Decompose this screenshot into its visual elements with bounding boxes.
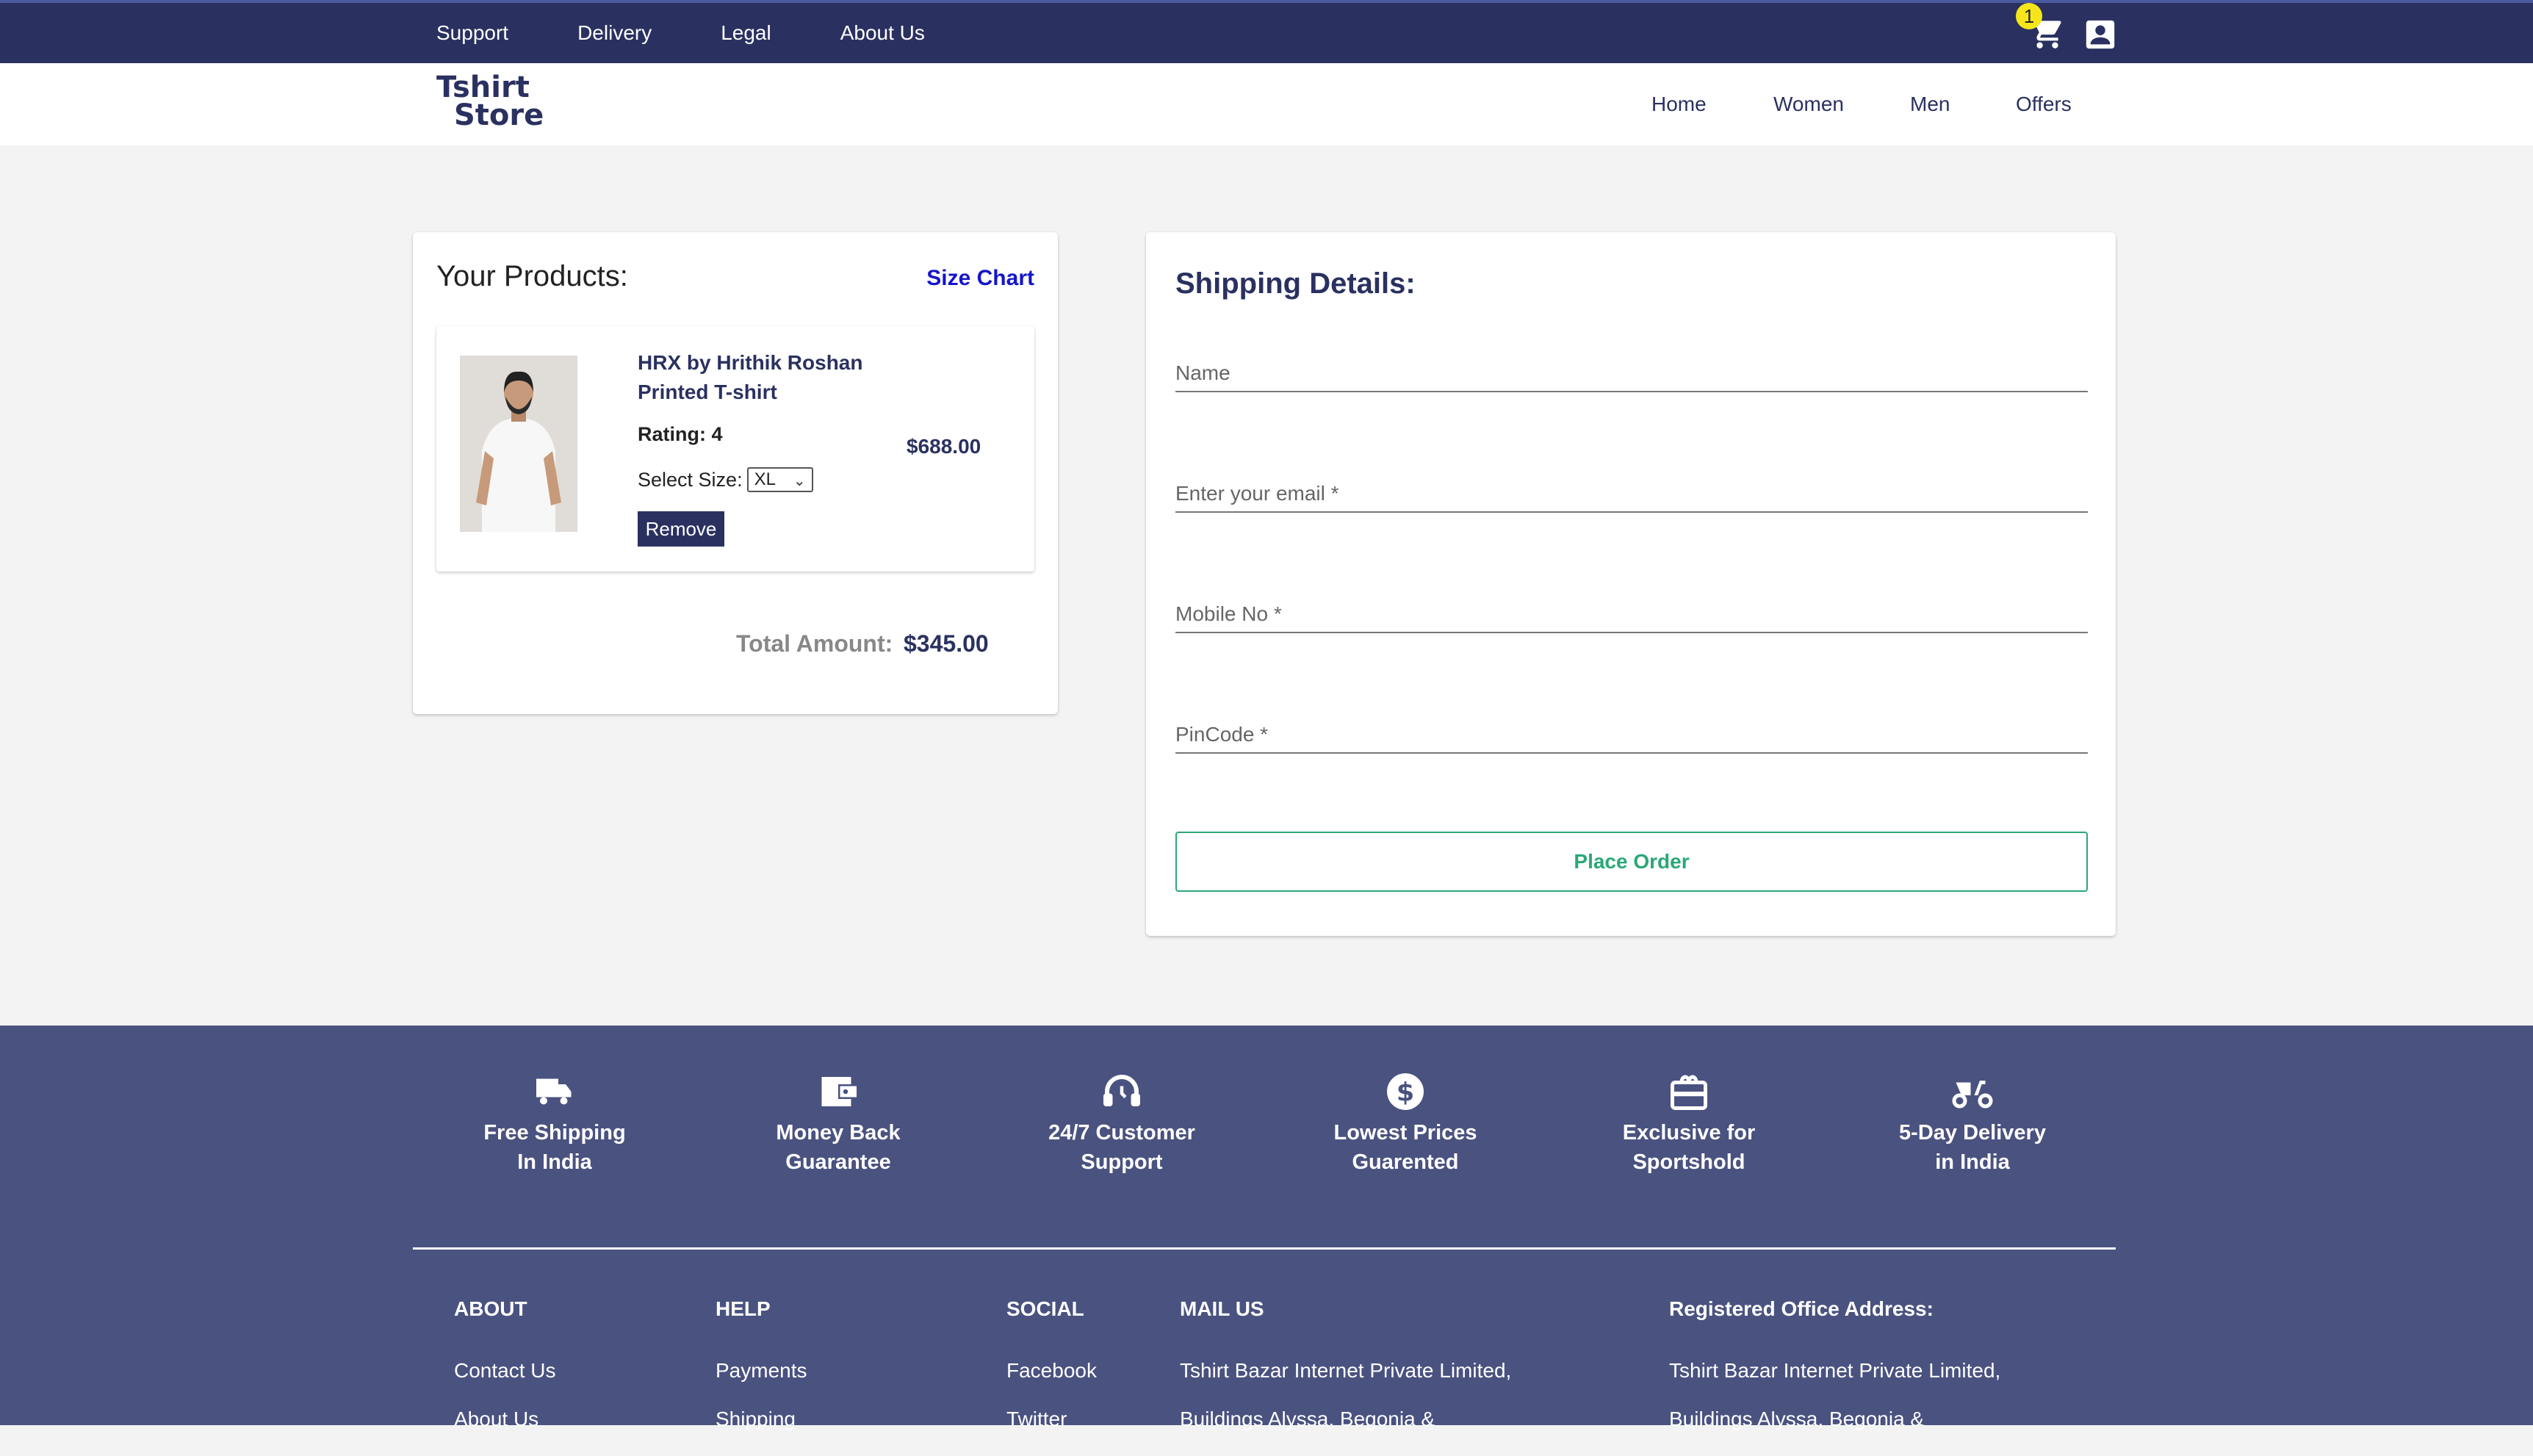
headset-icon: [1103, 1075, 1140, 1106]
scooter-icon: [1952, 1081, 1993, 1109]
place-order-button[interactable]: Place Order: [1175, 832, 2088, 892]
products-card: Your Products: Size Chart HRX by Hrithik…: [413, 232, 1058, 714]
feature-line-1: Exclusive for: [1622, 1121, 1756, 1145]
email-placeholder: Enter your email *: [1175, 482, 1339, 505]
footer-col-help: HELP Payments Shipping: [716, 1297, 807, 1456]
footer-text: Buildings Alyssa, Begonia &: [1669, 1408, 1925, 1430]
footer-text: Tshirt Bazar Internet Private Limited,: [1669, 1359, 2001, 1382]
products-title: Your Products:: [436, 260, 628, 292]
footer-link-twitter[interactable]: Twitter: [1006, 1408, 1097, 1431]
feature-exclusive: Exclusive for Sportshold: [1579, 1070, 1799, 1177]
main-navbar: Tshirt Store Home Women Men Offers: [0, 63, 2533, 145]
top-bar: Support Delivery Legal About Us: [0, 0, 2533, 63]
card-icon: [1671, 1075, 1707, 1110]
feature-line-1: Free Shipping: [483, 1121, 626, 1145]
footer-link-facebook[interactable]: Facebook: [1006, 1359, 1097, 1383]
nav-home[interactable]: Home: [1651, 93, 1707, 116]
footer-col-office: Registered Office Address: Tshirt Bazar …: [1669, 1297, 2000, 1456]
footer: Free Shipping In India Money Back Guaran…: [0, 1026, 2533, 1430]
name-field[interactable]: Name: [1175, 339, 2088, 392]
shipping-title: Shipping Details:: [1175, 267, 1416, 300]
top-link-about-us[interactable]: About Us: [840, 21, 925, 45]
feature-line-2: In India: [517, 1150, 592, 1174]
top-link-delivery[interactable]: Delivery: [577, 21, 652, 45]
pincode-field[interactable]: PinCode *: [1175, 701, 2088, 754]
feature-money-back: Money Back Guarantee: [728, 1070, 948, 1177]
footer-col-social: SOCIAL Facebook Twitter: [1006, 1297, 1097, 1456]
size-chart-link[interactable]: Size Chart: [926, 266, 1034, 291]
account-icon[interactable]: [2083, 18, 2117, 51]
product-image[interactable]: [460, 356, 577, 532]
mobile-field[interactable]: Mobile No *: [1175, 580, 2088, 633]
footer-col-mail: MAIL US Tshirt Bazar Internet Private Li…: [1180, 1297, 1511, 1456]
name-placeholder: Name: [1175, 361, 1231, 384]
feature-line-2: Guarantee: [785, 1150, 891, 1174]
feature-line-2: Guarented: [1352, 1150, 1459, 1174]
email-field[interactable]: Enter your email *: [1175, 460, 2088, 513]
size-label: Select Size:: [638, 468, 743, 491]
size-row: Select Size: XL ⌄: [638, 467, 813, 492]
svg-text:$: $: [1397, 1078, 1414, 1108]
size-select[interactable]: XL ⌄: [746, 467, 813, 492]
top-links: Support Delivery Legal About Us: [436, 3, 994, 63]
product-name[interactable]: HRX by Hrithik Roshan Printed T-shirt: [638, 348, 887, 407]
feature-line-1: 24/7 Customer: [1048, 1121, 1195, 1145]
logo-line-2: Store: [454, 98, 544, 132]
store-logo[interactable]: Tshirt Store: [436, 73, 547, 135]
footer-col-about: ABOUT Contact Us About Us: [454, 1297, 556, 1456]
size-select-value: XL: [754, 469, 776, 489]
product-price: $688.00: [907, 435, 981, 458]
feature-free-shipping: Free Shipping In India: [444, 1070, 665, 1177]
top-link-legal[interactable]: Legal: [721, 21, 771, 45]
footer-text: Tshirt Bazar Internet Private Limited,: [1180, 1359, 1512, 1382]
dollar-icon: $: [1387, 1073, 1424, 1110]
chevron-down-icon: ⌄: [793, 473, 806, 489]
feature-support: 24/7 Customer Support: [1012, 1070, 1232, 1177]
nav-offers[interactable]: Offers: [2016, 93, 2072, 116]
nav-men[interactable]: Men: [1910, 93, 1950, 116]
top-link-support[interactable]: Support: [436, 21, 508, 45]
cart-item: HRX by Hrithik Roshan Printed T-shirt Ra…: [436, 326, 1034, 572]
footer-heading: HELP: [716, 1297, 771, 1320]
shipping-card: Shipping Details: Name Enter your email …: [1146, 232, 2116, 936]
logo-line-1: Tshirt: [436, 71, 530, 104]
remove-button[interactable]: Remove: [638, 511, 724, 547]
cart-count-badge: 1: [2016, 3, 2042, 29]
feature-line-1: Lowest Prices: [1333, 1121, 1477, 1145]
footer-heading: MAIL US: [1180, 1297, 1264, 1320]
product-rating: Rating: 4: [638, 423, 723, 445]
total-amount-value: $345.00: [904, 630, 989, 657]
feature-line-1: 5-Day Delivery: [1899, 1121, 2046, 1145]
wallet-icon: [821, 1077, 857, 1106]
nav-women[interactable]: Women: [1773, 93, 1844, 116]
footer-heading: ABOUT: [454, 1297, 527, 1320]
footer-link-about-us[interactable]: About Us: [454, 1408, 556, 1431]
footer-link-shipping[interactable]: Shipping: [716, 1408, 807, 1431]
feature-lowest-prices: $ Lowest Prices Guarented: [1295, 1070, 1516, 1177]
footer-text: Buildings Alyssa, Begonia &: [1180, 1408, 1435, 1430]
footer-heading: Registered Office Address:: [1669, 1297, 1934, 1320]
mobile-placeholder: Mobile No *: [1175, 602, 1282, 625]
feature-line-2: Support: [1081, 1150, 1163, 1174]
feature-line-1: Money Back: [776, 1121, 901, 1145]
feature-line-2: Sportshold: [1632, 1150, 1745, 1174]
total-amount-label: Total Amount:: [736, 630, 893, 657]
footer-link-payments[interactable]: Payments: [716, 1359, 807, 1383]
truck-icon: [536, 1078, 572, 1105]
feature-line-2: in India: [1935, 1150, 2010, 1174]
footer-link-contact-us[interactable]: Contact Us: [454, 1359, 556, 1383]
footer-heading: SOCIAL: [1006, 1297, 1084, 1320]
feature-5-day-delivery: 5-Day Delivery in India: [1862, 1070, 2083, 1177]
pincode-placeholder: PinCode *: [1175, 723, 1269, 746]
footer-divider: [413, 1247, 2116, 1250]
